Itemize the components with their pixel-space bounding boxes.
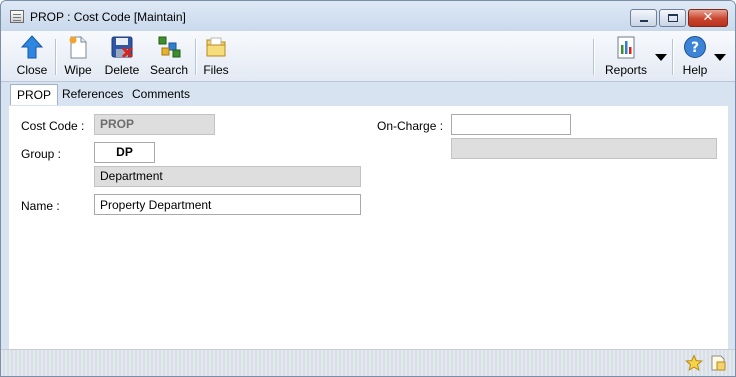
cost-code-field: PROP [94, 114, 215, 135]
status-bar [1, 349, 735, 376]
reports-dropdown-arrow-icon[interactable] [655, 54, 667, 61]
help-icon: ? [684, 36, 706, 58]
favourite-star-icon[interactable] [685, 354, 703, 372]
on-charge-input[interactable] [451, 114, 571, 135]
window-icon [10, 10, 24, 23]
files-button[interactable]: Files [201, 35, 231, 77]
cost-code-window: PROP : Cost Code [Maintain] ✕ Close Wipe [0, 0, 736, 377]
name-label: Name : [21, 199, 60, 213]
maximize-button[interactable] [659, 9, 686, 27]
toolbar-separator [55, 39, 57, 75]
maximize-icon [668, 14, 678, 22]
name-input[interactable] [94, 194, 361, 215]
toolbar-separator [195, 39, 197, 75]
toolbar-separator [672, 39, 674, 75]
delete-button-label: Delete [104, 63, 140, 77]
group-description-field: Department [94, 166, 361, 187]
close-button[interactable]: Close [15, 35, 49, 77]
files-icon [206, 37, 226, 57]
close-button-label: Close [16, 63, 48, 77]
reports-icon [617, 36, 635, 59]
reports-button-label: Reports [604, 63, 648, 77]
files-button-label: Files [203, 63, 229, 77]
group-code-field[interactable]: DP [94, 142, 155, 163]
toolbar: Close Wipe Delete Search Files Reports ?… [1, 31, 735, 82]
close-icon: ✕ [702, 10, 714, 25]
minimize-icon [640, 20, 648, 22]
search-button[interactable]: Search [149, 35, 189, 77]
tab-prop[interactable]: PROP [10, 84, 59, 105]
help-button[interactable]: ? Help [679, 35, 711, 77]
search-icon [158, 36, 181, 58]
wipe-button[interactable]: Wipe [61, 35, 95, 77]
search-button-label: Search [149, 63, 189, 77]
tab-comments[interactable]: Comments [126, 84, 196, 105]
window-close-button[interactable]: ✕ [688, 9, 728, 27]
tab-references[interactable]: References [56, 84, 129, 105]
reports-button[interactable]: Reports [603, 35, 649, 77]
wipe-button-label: Wipe [64, 63, 92, 77]
svg-text:?: ? [691, 40, 699, 56]
on-charge-label: On-Charge : [377, 119, 444, 133]
notes-icon[interactable] [709, 354, 727, 372]
on-charge-description-field [451, 138, 717, 159]
window-title: PROP : Cost Code [Maintain] [30, 10, 186, 24]
tab-strip: PROP References Comments [1, 82, 735, 106]
help-dropdown-arrow-icon[interactable] [714, 54, 726, 61]
help-button-label: Help [682, 63, 708, 77]
minimize-button[interactable] [630, 9, 657, 27]
toolbar-separator [593, 39, 595, 75]
close-arrow-icon [21, 35, 43, 59]
delete-button[interactable]: Delete [103, 35, 141, 77]
group-label: Group : [21, 147, 62, 161]
delete-icon [111, 36, 134, 59]
title-bar[interactable]: PROP : Cost Code [Maintain] ✕ [1, 1, 735, 31]
form-panel: Cost Code : PROP Group : DP Department N… [9, 106, 728, 349]
wipe-icon [69, 36, 87, 59]
cost-code-label: Cost Code : [21, 119, 85, 133]
